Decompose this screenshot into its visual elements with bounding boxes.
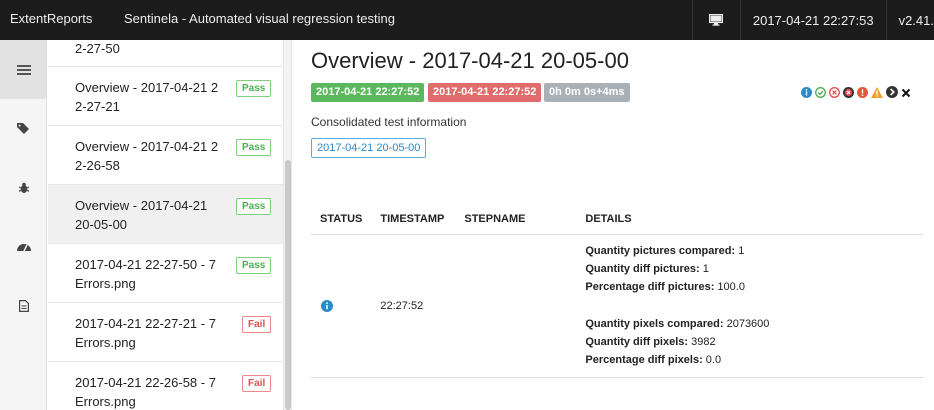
- rail-exceptions[interactable]: [0, 158, 47, 217]
- duration-label: 0h 0m 0s+4ms: [544, 83, 630, 102]
- test-list: 2-27-50 Overview - 2017-04-21 2 2-27-21 …: [48, 40, 284, 410]
- test-item[interactable]: Overview - 2017-04-21 2 2-26-58 Pass: [48, 126, 283, 185]
- step-timestamp: 22:27:52: [371, 234, 456, 378]
- detail-key: Quantity pictures compared:: [585, 245, 736, 257]
- report-date: 2017-04-21 22:27:53: [739, 0, 886, 40]
- version-label: v2.41.: [885, 0, 934, 40]
- test-name: 2017-04-21 22-26-58 - 7 Errors.png: [75, 375, 216, 409]
- tag-icon: [17, 122, 29, 134]
- test-name: Overview - 2017-04-21 20-05-00: [75, 198, 208, 232]
- column-header-timestamp: TIMESTAMP: [371, 208, 456, 235]
- status-badge: Pass: [236, 139, 272, 156]
- warning-icon[interactable]: [871, 85, 883, 103]
- test-item-active[interactable]: Overview - 2017-04-21 20-05-00 Pass: [48, 185, 283, 244]
- step-status-cell: [311, 234, 372, 378]
- detail-value: 100.0: [714, 281, 745, 293]
- test-detail-panel: Overview - 2017-04-21 20-05-00 2017-04-2…: [293, 40, 934, 410]
- monitor-icon: [709, 14, 724, 26]
- status-badge: Pass: [236, 198, 272, 215]
- monitor-toggle[interactable]: [691, 0, 740, 40]
- detail-key: Quantity diff pictures:: [585, 263, 700, 275]
- detail-line: Quantity diff pictures: 1: [585, 260, 914, 278]
- step-details: Quantity pictures compared: 1 Quantity d…: [576, 234, 923, 378]
- status-badge: Fail: [242, 375, 272, 392]
- test-name: Overview - 2017-04-21 2 2-26-58: [75, 139, 219, 173]
- column-header-details: DETAILS: [576, 208, 923, 235]
- test-name: 2-27-50: [75, 41, 120, 56]
- test-item[interactable]: 2017-04-21 22-27-50 - 7 Errors.png Pass: [48, 244, 283, 303]
- detail-line: Percentage diff pictures: 100.0: [585, 278, 914, 296]
- detail-gap: [585, 296, 914, 315]
- navbar-right: 2017-04-21 22:27:53 v2.41.: [691, 0, 934, 40]
- steps-table: STATUS TIMESTAMP STEPNAME DETAILS 22:27:…: [311, 208, 923, 378]
- column-header-stepname: STEPNAME: [455, 208, 577, 235]
- test-item[interactable]: 2017-04-21 22-27-21 - 7 Errors.png Fail: [48, 303, 283, 362]
- detail-line: Quantity pixels compared: 2073600: [585, 315, 914, 333]
- dashboard-icon: [16, 244, 31, 252]
- report-name: Sentinela - Automated visual regression …: [124, 11, 395, 26]
- rail-tests[interactable]: [0, 40, 47, 99]
- step-name: [455, 234, 577, 378]
- fatal-icon[interactable]: [843, 85, 854, 103]
- icon-rail: [0, 40, 47, 410]
- detail-value: 2073600: [723, 318, 770, 330]
- error-icon[interactable]: [857, 85, 868, 103]
- info-icon: [321, 299, 333, 312]
- end-time-label: 2017-04-21 22:27:52: [428, 83, 542, 102]
- detail-line: Quantity diff pixels: 3982: [585, 333, 914, 351]
- detail-key: Quantity diff pixels:: [585, 336, 689, 348]
- start-time-label: 2017-04-21 22:27:52: [311, 83, 425, 102]
- table-row: 22:27:52 Quantity pictures compared: 1 Q…: [311, 234, 923, 378]
- list-icon: [16, 64, 31, 75]
- detail-key: Quantity pixels compared:: [585, 318, 724, 330]
- info-icon[interactable]: [801, 85, 812, 103]
- column-header-status: STATUS: [311, 208, 372, 235]
- detail-key: Percentage diff pictures:: [585, 281, 715, 293]
- brand-logo[interactable]: ExtentReports: [10, 11, 92, 26]
- detail-line: Percentage diff pixels: 0.0: [585, 351, 914, 369]
- status-badge: Pass: [236, 80, 272, 97]
- detail-value: 0.0: [702, 354, 722, 366]
- test-name: 2017-04-21 22-27-50 - 7 Errors.png: [75, 257, 216, 291]
- detail-line: Quantity pictures compared: 1: [585, 242, 914, 260]
- top-navbar: ExtentReports Sentinela - Automated visu…: [0, 0, 934, 40]
- detail-value: 1: [699, 263, 709, 275]
- test-description: Consolidated test information: [311, 115, 467, 129]
- rail-logs[interactable]: [0, 276, 47, 335]
- table-header-row: STATUS TIMESTAMP STEPNAME DETAILS: [311, 208, 923, 235]
- test-item[interactable]: 2017-04-21 22-26-58 - 7 Errors.png Fail: [48, 362, 283, 410]
- test-item[interactable]: 2-27-50: [48, 40, 283, 67]
- test-name: Overview - 2017-04-21 2 2-27-21: [75, 80, 219, 114]
- detail-value: 3982: [688, 336, 716, 348]
- test-item[interactable]: Overview - 2017-04-21 2 2-27-21 Pass: [48, 67, 283, 126]
- bug-icon: [18, 182, 29, 193]
- pass-icon[interactable]: [815, 85, 826, 103]
- detail-key: Percentage diff pixels:: [585, 354, 703, 366]
- clear-filter-icon[interactable]: [901, 85, 911, 103]
- detail-value: 1: [735, 245, 745, 257]
- fail-icon[interactable]: [829, 85, 840, 103]
- status-filter-icons: [801, 85, 911, 103]
- category-tag[interactable]: 2017-04-21 20-05-00: [311, 138, 427, 158]
- rail-dashboard[interactable]: [0, 217, 47, 276]
- rail-categories[interactable]: [0, 99, 47, 158]
- test-name: 2017-04-21 22-27-21 - 7 Errors.png: [75, 316, 216, 350]
- document-icon: [18, 299, 29, 312]
- test-title: Overview - 2017-04-21 20-05-00: [311, 48, 629, 73]
- skip-icon[interactable]: [886, 85, 898, 103]
- scrollbar-thumb[interactable]: [285, 160, 291, 410]
- status-badge: Pass: [236, 257, 272, 274]
- status-badge: Fail: [242, 316, 272, 333]
